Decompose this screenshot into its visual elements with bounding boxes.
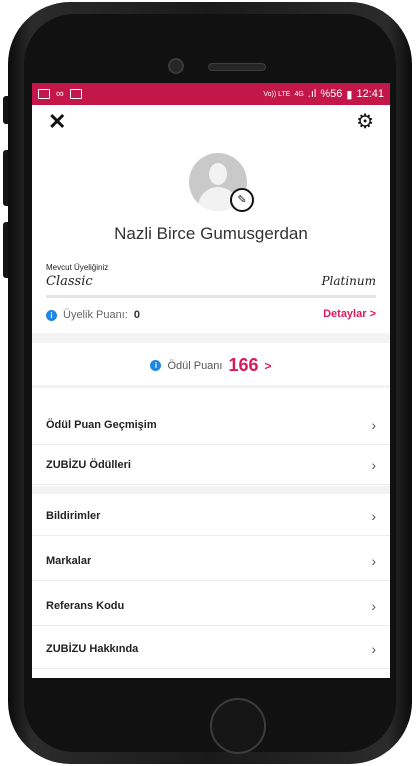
- chevron-right-icon: ›: [371, 416, 376, 433]
- image-notification-icon: [69, 89, 82, 99]
- info-icon[interactable]: i: [150, 360, 162, 371]
- earpiece-speaker: [208, 63, 266, 71]
- volte-indicator: Vo)) LTE: [263, 90, 291, 98]
- info-icon[interactable]: i: [46, 309, 57, 321]
- clock: 12:41: [356, 88, 384, 100]
- current-level: Classic: [46, 274, 93, 289]
- menu-item-referral-code[interactable]: Referans Kodu ›: [32, 586, 390, 626]
- phone-frame: ∞ Vo)) LTE 4G .ıl %56 ▮ 12:41 ✕ ⚙ ✎ Nazl…: [0, 0, 420, 766]
- menu-item-label: Ödül Puan Geçmişim: [46, 418, 157, 431]
- menu-item-label: Bildirimler: [46, 509, 101, 522]
- membership-points-value: 0: [133, 309, 140, 321]
- front-camera: [168, 58, 184, 74]
- next-level: Platinum: [321, 274, 376, 288]
- chevron-right-icon: ›: [371, 597, 376, 614]
- network-type: 4G: [294, 90, 304, 98]
- menu-item-label: Markalar: [46, 554, 92, 567]
- chevron-right-icon: ›: [371, 456, 376, 473]
- reward-value: 166: [228, 355, 259, 375]
- section-divider: [32, 486, 390, 494]
- menu-item-notifications[interactable]: Bildirimler ›: [32, 496, 390, 536]
- membership-label: Mevcut Üyeliğiniz: [46, 263, 109, 272]
- reward-label: Ödül Puanı: [167, 359, 223, 372]
- menu-item-label: Referans Kodu: [46, 599, 125, 612]
- chevron-right-icon: ›: [371, 507, 376, 524]
- home-button[interactable]: [210, 698, 266, 754]
- close-icon[interactable]: ✕: [48, 111, 66, 133]
- membership-progress-bar: [46, 295, 376, 298]
- gallery-notification-icon: [38, 89, 50, 99]
- signal-icon: .ıl: [307, 88, 317, 100]
- avatar-head-shape: [209, 163, 227, 185]
- menu-item-label: ZUBİZU Hakkında: [46, 642, 139, 655]
- voicemail-icon: ∞: [56, 88, 64, 100]
- status-bar: ∞ Vo)) LTE 4G .ıl %56 ▮ 12:41: [32, 83, 390, 105]
- reward-points[interactable]: i Ödül Puanı 166 >: [32, 355, 390, 376]
- menu-item-about[interactable]: ZUBİZU Hakkında ›: [32, 629, 390, 669]
- menu-item-brands[interactable]: Markalar ›: [32, 541, 390, 581]
- details-link[interactable]: Detaylar >: [323, 308, 376, 320]
- gear-icon[interactable]: ⚙: [356, 112, 374, 132]
- menu-item-rewards[interactable]: ZUBİZU Ödülleri ›: [32, 445, 390, 485]
- battery-icon: ▮: [346, 88, 353, 101]
- top-bar: ✕ ⚙: [32, 105, 390, 135]
- section-divider: [32, 333, 390, 343]
- menu-item-reward-history[interactable]: Ödül Puan Geçmişim ›: [32, 405, 390, 445]
- chevron-right-icon: ›: [371, 640, 376, 657]
- pencil-icon[interactable]: ✎: [230, 188, 254, 212]
- app-screen: ∞ Vo)) LTE 4G .ıl %56 ▮ 12:41 ✕ ⚙ ✎ Nazl…: [32, 83, 390, 678]
- section-divider: [32, 385, 390, 388]
- chevron-right-icon: >: [264, 358, 272, 373]
- user-name: Nazli Birce Gumusgerdan: [114, 224, 308, 243]
- battery-percent: %56: [320, 88, 343, 100]
- membership-points-label: Üyelik Puanı:: [63, 309, 128, 321]
- chevron-right-icon: ›: [371, 552, 376, 569]
- menu-item-label: ZUBİZU Ödülleri: [46, 458, 131, 471]
- membership-points: i Üyelik Puanı: 0: [46, 309, 140, 321]
